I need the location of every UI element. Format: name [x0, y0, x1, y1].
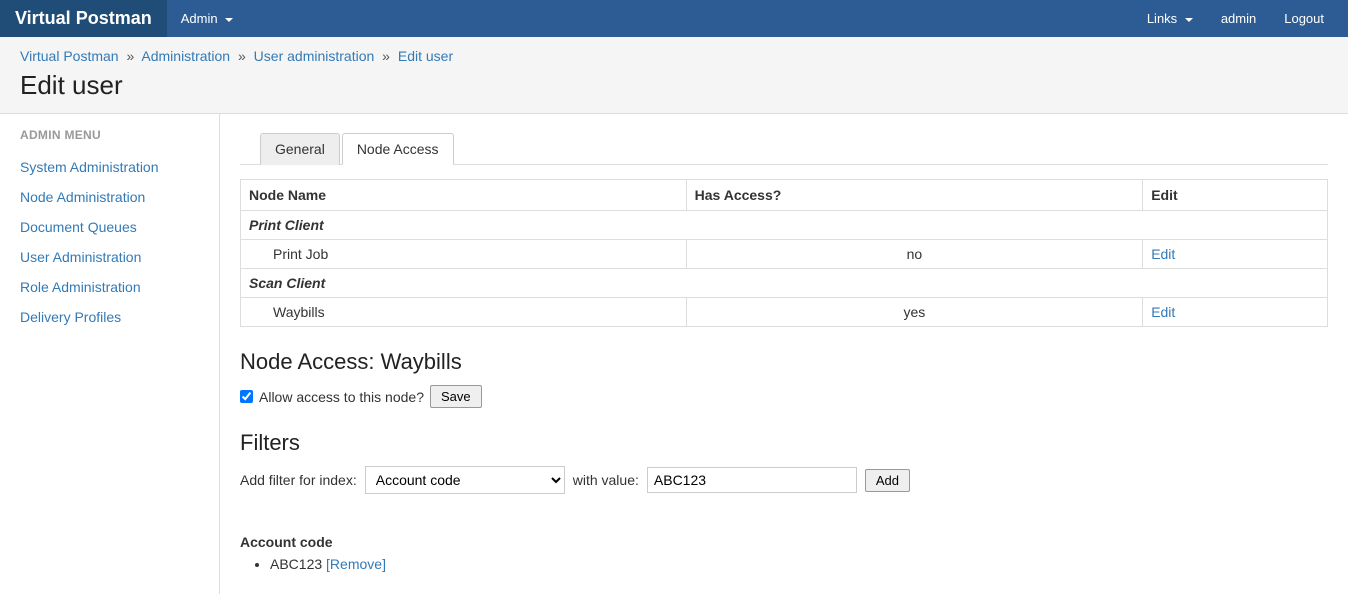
- table-row: Print Job no Edit: [241, 240, 1328, 269]
- nav-logout[interactable]: Logout: [1270, 0, 1338, 37]
- main-content: General Node Access Node Name Has Access…: [220, 114, 1348, 594]
- add-button[interactable]: Add: [865, 469, 910, 492]
- breadcrumb-item-0[interactable]: Virtual Postman: [20, 48, 119, 64]
- table-group-row: Print Client: [241, 211, 1328, 240]
- nav-links-label: Links: [1147, 11, 1177, 26]
- th-node-name: Node Name: [241, 180, 687, 211]
- edit-link[interactable]: Edit: [1151, 246, 1175, 262]
- group-name: Scan Client: [241, 269, 1328, 298]
- group-name: Print Client: [241, 211, 1328, 240]
- th-edit: Edit: [1143, 180, 1328, 211]
- nav-admin-dropdown[interactable]: Admin: [167, 0, 247, 37]
- node-name-cell: Waybills: [241, 298, 687, 327]
- filter-label-prefix: Add filter for index:: [240, 472, 357, 488]
- tabs: General Node Access: [240, 132, 1328, 165]
- edit-link[interactable]: Edit: [1151, 304, 1175, 320]
- chevron-down-icon: [225, 18, 233, 22]
- sidebar-item-delivery-profiles[interactable]: Delivery Profiles: [20, 302, 199, 332]
- nav-admin-label: Admin: [181, 11, 218, 26]
- table-row: Waybills yes Edit: [241, 298, 1328, 327]
- nav-user[interactable]: admin: [1207, 0, 1270, 37]
- tab-node-access[interactable]: Node Access: [342, 133, 454, 165]
- table-group-row: Scan Client: [241, 269, 1328, 298]
- list-item: ABC123 [Remove]: [270, 554, 1328, 574]
- sidebar-item-document-queues[interactable]: Document Queues: [20, 212, 199, 242]
- remove-link[interactable]: [Remove]: [326, 556, 386, 572]
- applied-filter-group-title: Account code: [240, 534, 1328, 550]
- chevron-down-icon: [1185, 18, 1193, 22]
- save-button[interactable]: Save: [430, 385, 482, 408]
- page-title: Edit user: [20, 70, 1328, 101]
- has-access-cell: no: [686, 240, 1143, 269]
- navbar: Virtual Postman Admin Links admin Logout: [0, 0, 1348, 37]
- breadcrumb-sep: »: [238, 48, 246, 64]
- subheader: Virtual Postman » Administration » User …: [0, 37, 1348, 114]
- sidebar-item-user-administration[interactable]: User Administration: [20, 242, 199, 272]
- allow-access-label: Allow access to this node?: [259, 389, 424, 405]
- filter-label-value: with value:: [573, 472, 639, 488]
- breadcrumb-item-1[interactable]: Administration: [141, 48, 230, 64]
- applied-filter-list: ABC123 [Remove]: [240, 554, 1328, 574]
- filter-index-select[interactable]: Account code: [365, 466, 565, 494]
- node-name-cell: Print Job: [241, 240, 687, 269]
- sidebar-item-node-administration[interactable]: Node Administration: [20, 182, 199, 212]
- node-access-table: Node Name Has Access? Edit Print Client …: [240, 179, 1328, 327]
- filter-value-input[interactable]: [647, 467, 857, 493]
- breadcrumb-sep: »: [126, 48, 134, 64]
- filters-heading: Filters: [240, 430, 1328, 456]
- allow-access-checkbox[interactable]: [240, 390, 253, 403]
- breadcrumb-item-3[interactable]: Edit user: [398, 48, 453, 64]
- sidebar-item-system-administration[interactable]: System Administration: [20, 152, 199, 182]
- tab-general[interactable]: General: [260, 133, 340, 165]
- nav-links-dropdown[interactable]: Links: [1133, 0, 1207, 37]
- breadcrumb: Virtual Postman » Administration » User …: [20, 45, 1328, 70]
- th-has-access: Has Access?: [686, 180, 1143, 211]
- brand[interactable]: Virtual Postman: [0, 0, 167, 37]
- sidebar-header: ADMIN MENU: [20, 128, 199, 142]
- sidebar-item-role-administration[interactable]: Role Administration: [20, 272, 199, 302]
- breadcrumb-sep: »: [382, 48, 390, 64]
- breadcrumb-item-2[interactable]: User administration: [254, 48, 375, 64]
- node-access-heading: Node Access: Waybills: [240, 349, 1328, 375]
- sidebar: ADMIN MENU System Administration Node Ad…: [0, 114, 220, 594]
- has-access-cell: yes: [686, 298, 1143, 327]
- filter-value: ABC123: [270, 556, 322, 572]
